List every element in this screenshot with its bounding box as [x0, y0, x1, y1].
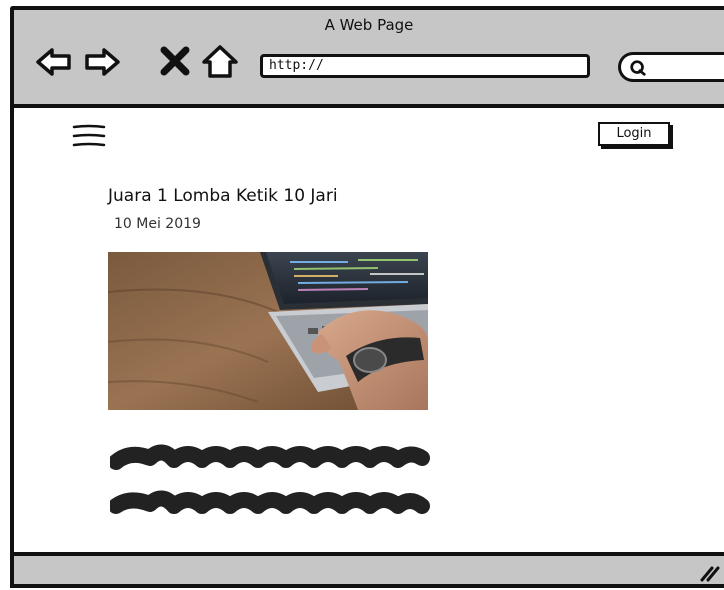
post-image: [108, 252, 428, 410]
resize-grip-icon[interactable]: [698, 562, 720, 582]
placeholder-text-line: [110, 444, 430, 470]
back-button[interactable]: [34, 42, 74, 82]
close-icon: [160, 46, 190, 76]
home-button[interactable]: [200, 42, 240, 82]
home-icon: [202, 45, 238, 78]
status-bar: [14, 552, 724, 584]
search-input[interactable]: [618, 52, 724, 82]
url-input[interactable]: http://: [260, 54, 590, 78]
post-title: Juara 1 Lomba Ketik 10 Jari: [108, 186, 338, 206]
post-date: 10 Mei 2019: [114, 216, 201, 232]
arrow-right-icon: [85, 48, 120, 76]
browser-window: A Web Page http:// Login Juara 1 Lomba K…: [10, 6, 724, 588]
login-button[interactable]: Login: [598, 122, 670, 146]
search-icon: [630, 60, 646, 76]
placeholder-text-line: [110, 490, 430, 514]
arrow-left-icon: [36, 48, 71, 76]
forward-button[interactable]: [82, 42, 122, 82]
stop-button[interactable]: [156, 42, 196, 82]
window-title: A Web Page: [324, 16, 414, 34]
browser-toolbar: A Web Page http://: [14, 10, 724, 108]
hamburger-menu-icon[interactable]: [72, 122, 106, 150]
